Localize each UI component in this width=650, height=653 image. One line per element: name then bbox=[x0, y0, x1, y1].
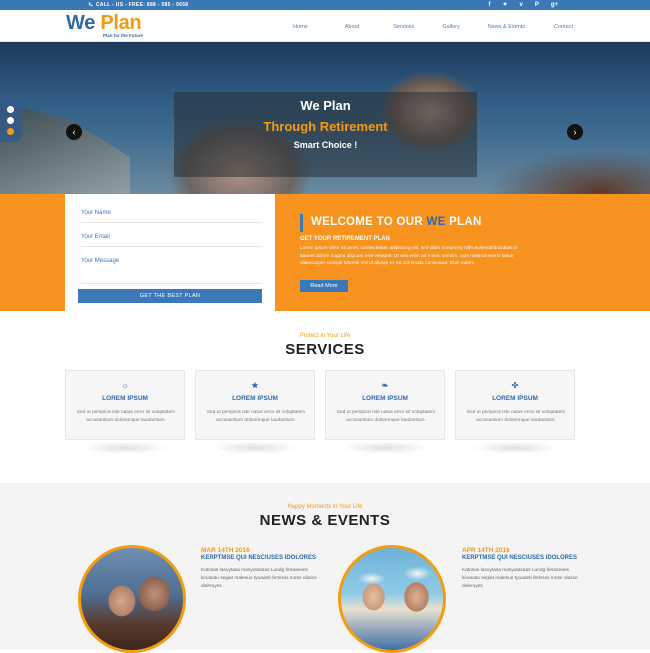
service-card-title: LOREM IPSUM bbox=[362, 395, 408, 402]
services-title: SERVICES bbox=[285, 341, 365, 358]
service-card-text: Sed ut perspicis iste natus error sit vo… bbox=[76, 410, 176, 423]
welcome-text: Lorem ipsum dolor sit amet, consectetuer… bbox=[300, 246, 518, 266]
phone-icon bbox=[88, 2, 93, 7]
news-title: NEWS & EVENTS bbox=[259, 512, 391, 529]
news-date: APR 14TH 2016 bbox=[462, 547, 510, 554]
nav-news-events[interactable]: News & Events bbox=[488, 24, 525, 30]
slider-dot[interactable] bbox=[7, 117, 14, 124]
news-subtitle: Happy Moments in Your Life bbox=[287, 504, 363, 510]
social-links: f ✦ v P g+ bbox=[488, 1, 558, 9]
service-card-icon: ★ bbox=[251, 381, 259, 390]
card-shadow bbox=[455, 443, 575, 459]
pinterest-icon[interactable]: P bbox=[535, 1, 539, 9]
quote-form: Your Name Your Email Your Message GET TH… bbox=[65, 194, 275, 311]
slider-dot[interactable] bbox=[7, 106, 14, 113]
call-info: CALL - US - FREE: 888 - 585 - 9658 bbox=[88, 2, 188, 8]
next-slide-arrow-icon[interactable]: › bbox=[567, 124, 583, 140]
news-heading[interactable]: KERPTMSE QUI NESCIUSES IDOLORES bbox=[201, 555, 321, 563]
name-field[interactable]: Your Name bbox=[81, 210, 261, 223]
service-card-title: LOREM IPSUM bbox=[102, 395, 148, 402]
hero-slider: We Plan Through Retirement Smart Choice … bbox=[0, 42, 650, 194]
service-card[interactable]: ☼ LOREM IPSUM Sed ut perspicis iste natu… bbox=[65, 370, 185, 440]
news-text: Katnsas lasuytasa masyutasdas Lundg fert… bbox=[462, 567, 578, 589]
service-card-title: LOREM IPSUM bbox=[232, 395, 278, 402]
facebook-icon[interactable]: f bbox=[488, 1, 490, 9]
service-card-icon: ❧ bbox=[381, 381, 389, 390]
service-card-text: Sed ut perspicis iste natus error sit vo… bbox=[206, 410, 306, 423]
news-heading[interactable]: KERPTMSE QUI NESCIUSES IDOLORES bbox=[462, 555, 582, 563]
service-card-title: LOREM IPSUM bbox=[492, 395, 538, 402]
hero-caption: We Plan Through Retirement Smart Choice … bbox=[174, 92, 477, 177]
news-image-couple-beach[interactable] bbox=[78, 545, 186, 653]
news-image-couple-hats[interactable] bbox=[338, 545, 446, 653]
news-date: MAR 14TH 2016 bbox=[201, 547, 250, 554]
hero-tagline: Smart Choice ! bbox=[293, 140, 358, 150]
email-field[interactable]: Your Email bbox=[81, 234, 261, 247]
news-text: Katnsas lasuytasa masyutasdas Lundg fert… bbox=[201, 567, 317, 589]
service-card-text: Sed ut perspicis iste natus error sit vo… bbox=[466, 410, 566, 423]
hero-subtitle: Through Retirement bbox=[263, 119, 388, 134]
get-plan-button[interactable]: GET THE BEST PLAN bbox=[78, 289, 262, 303]
main-nav: Home About Services Gallery News & Event… bbox=[293, 24, 573, 30]
logo-we: We bbox=[66, 12, 96, 34]
hero-title: We Plan bbox=[300, 98, 351, 113]
logo-tagline: Plan for the Future bbox=[103, 33, 144, 38]
read-more-button[interactable]: Read More bbox=[300, 280, 348, 292]
header: We Plan Plan for the Future Home About S… bbox=[0, 10, 650, 42]
welcome-subtitle: GET YOUR RETIREMENT PLAN bbox=[300, 236, 390, 242]
service-card-icon: ✣ bbox=[511, 381, 519, 390]
service-card[interactable]: ❧ LOREM IPSUM Sed ut perspicis iste natu… bbox=[325, 370, 445, 440]
service-card-icon: ☼ bbox=[121, 381, 129, 390]
google-plus-icon[interactable]: g+ bbox=[551, 1, 558, 9]
nav-home[interactable]: Home bbox=[293, 24, 308, 30]
logo[interactable]: We Plan bbox=[66, 12, 142, 35]
nav-contact[interactable]: Contact bbox=[554, 24, 573, 30]
service-card[interactable]: ✣ LOREM IPSUM Sed ut perspicis iste natu… bbox=[455, 370, 575, 440]
top-bar: CALL - US - FREE: 888 - 585 - 9658 f ✦ v… bbox=[0, 0, 650, 10]
welcome-title: WELCOME TO OUR WE PLAN bbox=[311, 216, 482, 228]
news-item: APR 14TH 2016 KERPTMSE QUI NESCIUSES IDO… bbox=[462, 547, 582, 591]
twitter-icon[interactable]: ✦ bbox=[502, 1, 507, 9]
nav-about[interactable]: About bbox=[345, 24, 359, 30]
services-subtitle: Protect in Your Life bbox=[299, 333, 351, 339]
vimeo-icon[interactable]: v bbox=[519, 1, 522, 9]
service-card-text: Sed ut perspicis iste natus error sit vo… bbox=[336, 410, 436, 423]
card-shadow bbox=[325, 443, 445, 459]
nav-services[interactable]: Services bbox=[393, 24, 414, 30]
welcome-title-b: PLAN bbox=[445, 216, 482, 228]
title-accent-bar bbox=[300, 214, 303, 232]
welcome-title-we: WE bbox=[426, 216, 446, 228]
call-text: CALL - US - FREE: 888 - 585 - 9658 bbox=[96, 2, 189, 8]
prev-slide-arrow-icon[interactable]: ‹ bbox=[66, 124, 82, 140]
slider-dots bbox=[0, 99, 22, 142]
message-field[interactable]: Your Message bbox=[81, 258, 261, 284]
nav-gallery[interactable]: Gallery bbox=[442, 24, 459, 30]
slider-dot-active[interactable] bbox=[7, 128, 14, 135]
logo-plan: Plan bbox=[100, 12, 142, 34]
card-shadow bbox=[65, 443, 185, 459]
welcome-title-a: WELCOME TO OUR bbox=[311, 216, 427, 228]
card-shadow bbox=[195, 443, 315, 459]
news-item: MAR 14TH 2016 KERPTMSE QUI NESCIUSES IDO… bbox=[201, 547, 321, 591]
service-card[interactable]: ★ LOREM IPSUM Sed ut perspicis iste natu… bbox=[195, 370, 315, 440]
